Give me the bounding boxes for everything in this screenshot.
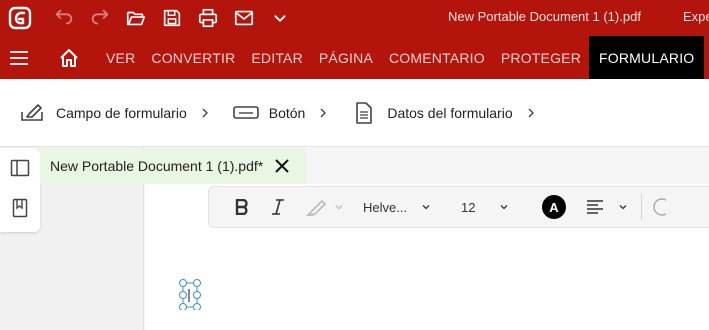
- chevron-down-icon: [274, 15, 286, 22]
- undo-button[interactable]: [46, 0, 82, 36]
- chevron-down-icon: [501, 205, 508, 210]
- document-tab[interactable]: New Portable Document 1 (1).pdf*: [40, 148, 306, 184]
- close-icon: [275, 159, 289, 173]
- font-size-select[interactable]: 12: [461, 192, 525, 222]
- redo-icon: [91, 9, 109, 25]
- chevron-right-icon: [202, 108, 208, 117]
- text-color-button[interactable]: A: [539, 192, 569, 222]
- bookmarks-button[interactable]: [0, 188, 40, 228]
- font-size-value: 12: [461, 199, 476, 215]
- window-document-title: New Portable Document 1 (1).pdf: [448, 9, 641, 24]
- menu-proteger[interactable]: PROTEGER: [493, 36, 589, 79]
- circle-icon: [653, 198, 666, 216]
- chevron-right-icon: [528, 108, 534, 117]
- redo-button[interactable]: [82, 0, 118, 36]
- hamburger-icon: [10, 50, 28, 65]
- menu-ver[interactable]: VER: [98, 36, 143, 79]
- menu-pagina[interactable]: PÁGINA: [311, 36, 381, 79]
- open-button[interactable]: [118, 0, 154, 36]
- chevron-right-icon: [320, 108, 327, 117]
- home-icon: [60, 48, 78, 67]
- toolbar-separator: [641, 194, 642, 220]
- app-logo-icon: [8, 6, 32, 30]
- ribbon-form-data-button[interactable]: Datos del formulario: [351, 93, 536, 133]
- ribbon-button-button[interactable]: Botón: [232, 93, 330, 133]
- text-format-toolbar: Helve... 12 A: [208, 186, 709, 228]
- text-align-select[interactable]: [581, 192, 633, 222]
- font-family-value: Helve...: [363, 199, 408, 215]
- italic-icon: [272, 199, 284, 215]
- mail-icon: [234, 10, 254, 26]
- selection-handles-icon: [179, 279, 201, 311]
- chevron-down-icon: [335, 205, 343, 210]
- align-left-icon: [587, 200, 603, 214]
- ribbon-toolbar: Campo de formulario Botón Datos del form…: [0, 79, 709, 147]
- bookmark-icon: [12, 198, 28, 218]
- form-field-icon: [20, 100, 46, 126]
- document-icon: [351, 100, 377, 126]
- chevron-down-icon: [422, 205, 430, 210]
- save-button[interactable]: [154, 0, 190, 36]
- ribbon-form-field-label: Campo de formulario: [56, 104, 187, 121]
- ribbon-form-field-button[interactable]: Campo de formulario: [20, 93, 211, 133]
- close-tab-button[interactable]: [272, 156, 292, 176]
- bold-icon: [235, 199, 248, 215]
- ribbon-form-data-label: Datos del formulario: [387, 104, 513, 121]
- highlighter-icon: [306, 199, 327, 217]
- text-color-letter: A: [549, 199, 559, 215]
- window-app-name: Expe: [683, 9, 709, 24]
- printer-icon: [198, 8, 218, 28]
- folder-open-icon: [126, 11, 146, 26]
- font-family-select[interactable]: Helve...: [363, 192, 443, 222]
- email-button[interactable]: [226, 0, 262, 36]
- hamburger-menu-button[interactable]: [0, 36, 38, 79]
- save-icon: [163, 9, 181, 27]
- menu-comentario[interactable]: COMENTARIO: [381, 36, 493, 79]
- text-field-widget[interactable]: [178, 278, 202, 311]
- menu-convertir[interactable]: CONVERTIR: [143, 36, 243, 79]
- home-button[interactable]: [48, 36, 90, 79]
- menu-bar: VER CONVERTIR EDITAR PÁGINA COMENTARIO P…: [0, 36, 709, 79]
- text-color-swatch: A: [542, 195, 566, 219]
- menu-formulario[interactable]: FORMULARIO: [589, 36, 705, 79]
- undo-icon: [55, 9, 73, 25]
- button-icon: [232, 100, 259, 126]
- menu-editar[interactable]: EDITAR: [243, 36, 311, 79]
- title-bar: New Portable Document 1 (1).pdf Expe: [0, 0, 709, 36]
- bold-button[interactable]: [225, 192, 259, 222]
- quick-access-more-button[interactable]: [262, 0, 298, 36]
- sidebar-panel-icon: [10, 159, 30, 177]
- print-button[interactable]: [190, 0, 226, 36]
- toggle-sidebar-button[interactable]: [0, 148, 40, 188]
- document-tab-label: New Portable Document 1 (1).pdf*: [50, 158, 264, 174]
- highlight-color-button[interactable]: [301, 192, 349, 222]
- italic-button[interactable]: [261, 192, 295, 222]
- ribbon-button-label: Botón: [268, 104, 306, 121]
- more-format-button[interactable]: [652, 192, 672, 222]
- side-toolbar: [0, 148, 40, 232]
- chevron-down-icon: [619, 205, 627, 210]
